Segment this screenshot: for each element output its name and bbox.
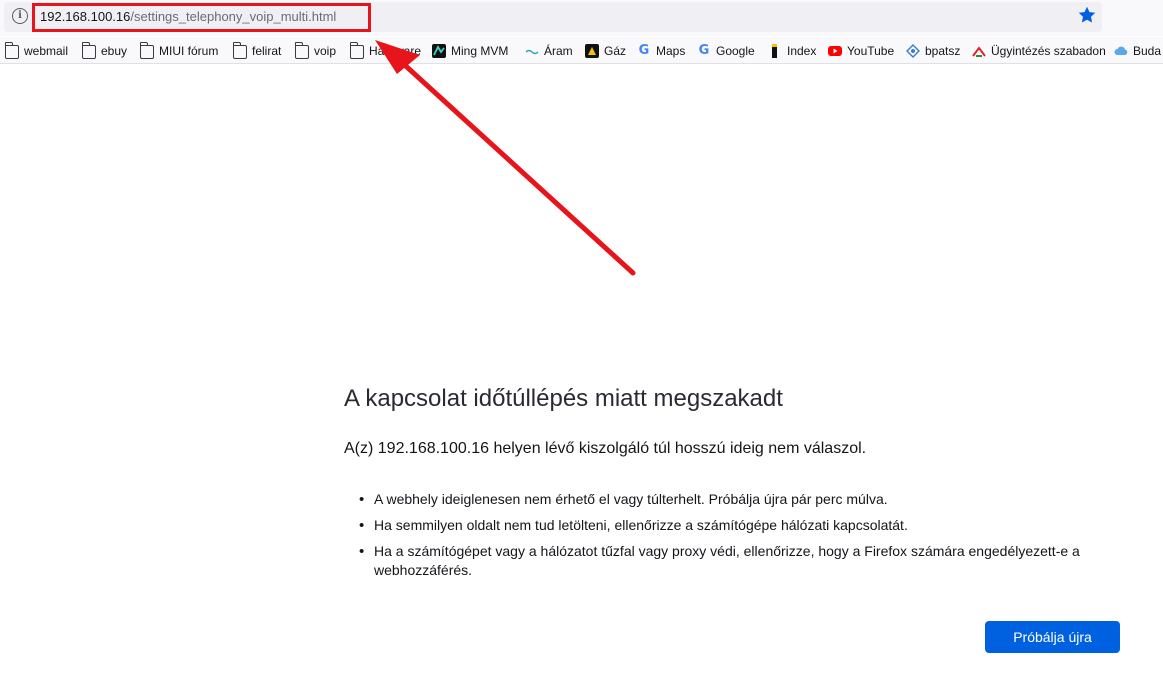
bookmark-index[interactable]: Index xyxy=(768,42,816,60)
error-title: A kapcsolat időtúllépés miatt megszakadt xyxy=(344,385,783,412)
folder-icon xyxy=(349,42,364,59)
bookmark-label: Áram xyxy=(544,44,573,58)
bookmark-label: Hardware xyxy=(369,44,422,58)
bookmark-ebuy[interactable]: ebuy xyxy=(81,42,128,60)
list-item: Ha a számítógépet vagy a hálózatot tűzfa… xyxy=(359,542,1124,580)
bookmark-label: Ügyintézés szabadon xyxy=(991,44,1106,58)
bookmark-ming-mvm[interactable]: Ming MVM xyxy=(432,42,508,60)
url-path: /settings_telephony_voip_multi.html xyxy=(130,9,337,24)
site-info-icon[interactable]: i xyxy=(12,8,28,24)
error-description: A(z) 192.168.100.16 helyen lévő kiszolgá… xyxy=(344,440,867,457)
bookmark-label: Index xyxy=(787,44,817,58)
bookmark-bpatsz[interactable]: bpatsz xyxy=(906,42,960,60)
cloud-icon xyxy=(1114,46,1128,55)
bookmark-gaz[interactable]: Gáz xyxy=(585,42,626,60)
bookmark-youtube[interactable]: YouTube xyxy=(828,42,894,60)
folder-icon xyxy=(139,42,154,59)
bookmark-felirat[interactable]: felirat xyxy=(232,42,282,60)
bookmark-label: Buda xyxy=(1133,44,1162,58)
bookmark-label: Gáz xyxy=(604,44,627,58)
url-text[interactable]: 192.168.100.16/settings_telephony_voip_m… xyxy=(40,9,336,24)
bookmark-label: felirat xyxy=(252,44,282,58)
list-item: A webhely ideiglenesen nem érhető el vag… xyxy=(359,490,1124,509)
folder-icon xyxy=(232,42,247,59)
bookmark-label: voip xyxy=(314,44,337,58)
bookmark-label: Maps xyxy=(656,44,686,58)
bookmark-label: webmail xyxy=(24,44,69,58)
bpatsz-icon xyxy=(906,44,920,58)
folder-icon xyxy=(294,42,309,59)
index-icon xyxy=(772,44,777,58)
folder-icon xyxy=(81,42,96,59)
bookmark-maps[interactable]: G Maps xyxy=(637,42,686,60)
gaz-icon xyxy=(585,44,599,58)
bookmark-buda[interactable]: Buda xyxy=(1114,42,1161,60)
bookmark-voip[interactable]: voip xyxy=(294,42,337,60)
youtube-icon xyxy=(828,46,842,56)
bookmark-aram[interactable]: Áram xyxy=(525,42,573,60)
bookmark-ugyintezes[interactable]: Ügyintézés szabadon xyxy=(972,42,1106,60)
bookmark-hardware[interactable]: Hardware xyxy=(349,42,422,60)
bookmark-label: YouTube xyxy=(847,44,895,58)
bookmark-label: MIUI fórum xyxy=(159,44,219,58)
google-icon: G xyxy=(638,43,650,58)
google-icon: G xyxy=(698,43,710,58)
error-suggestion-list: A webhely ideiglenesen nem érhető el vag… xyxy=(359,490,1124,587)
browser-toolbar: i 192.168.100.16/settings_telephony_voip… xyxy=(0,0,1163,36)
bookmark-star-icon[interactable] xyxy=(1077,5,1097,25)
folder-icon xyxy=(4,42,19,59)
ugyintezes-icon xyxy=(972,46,986,57)
list-item: Ha semmilyen oldalt nem tud letölteni, e… xyxy=(359,516,1124,535)
bookmark-miui-forum[interactable]: MIUI fórum xyxy=(139,42,219,60)
bookmarks-toolbar: webmail ebuy MIUI fórum felirat voip Har… xyxy=(0,37,1163,64)
bookmark-google[interactable]: G Google xyxy=(697,42,755,60)
url-host: 192.168.100.16 xyxy=(40,9,131,24)
bookmark-label: Google xyxy=(716,44,755,58)
bookmark-webmail[interactable]: webmail xyxy=(4,42,69,60)
bookmark-label: ebuy xyxy=(101,44,128,58)
try-again-button[interactable]: Próbálja újra xyxy=(985,621,1120,653)
aram-icon xyxy=(525,49,539,55)
bookmark-label: bpatsz xyxy=(925,44,961,58)
bookmark-label: Ming MVM xyxy=(451,44,509,58)
mvm-icon xyxy=(432,44,446,58)
